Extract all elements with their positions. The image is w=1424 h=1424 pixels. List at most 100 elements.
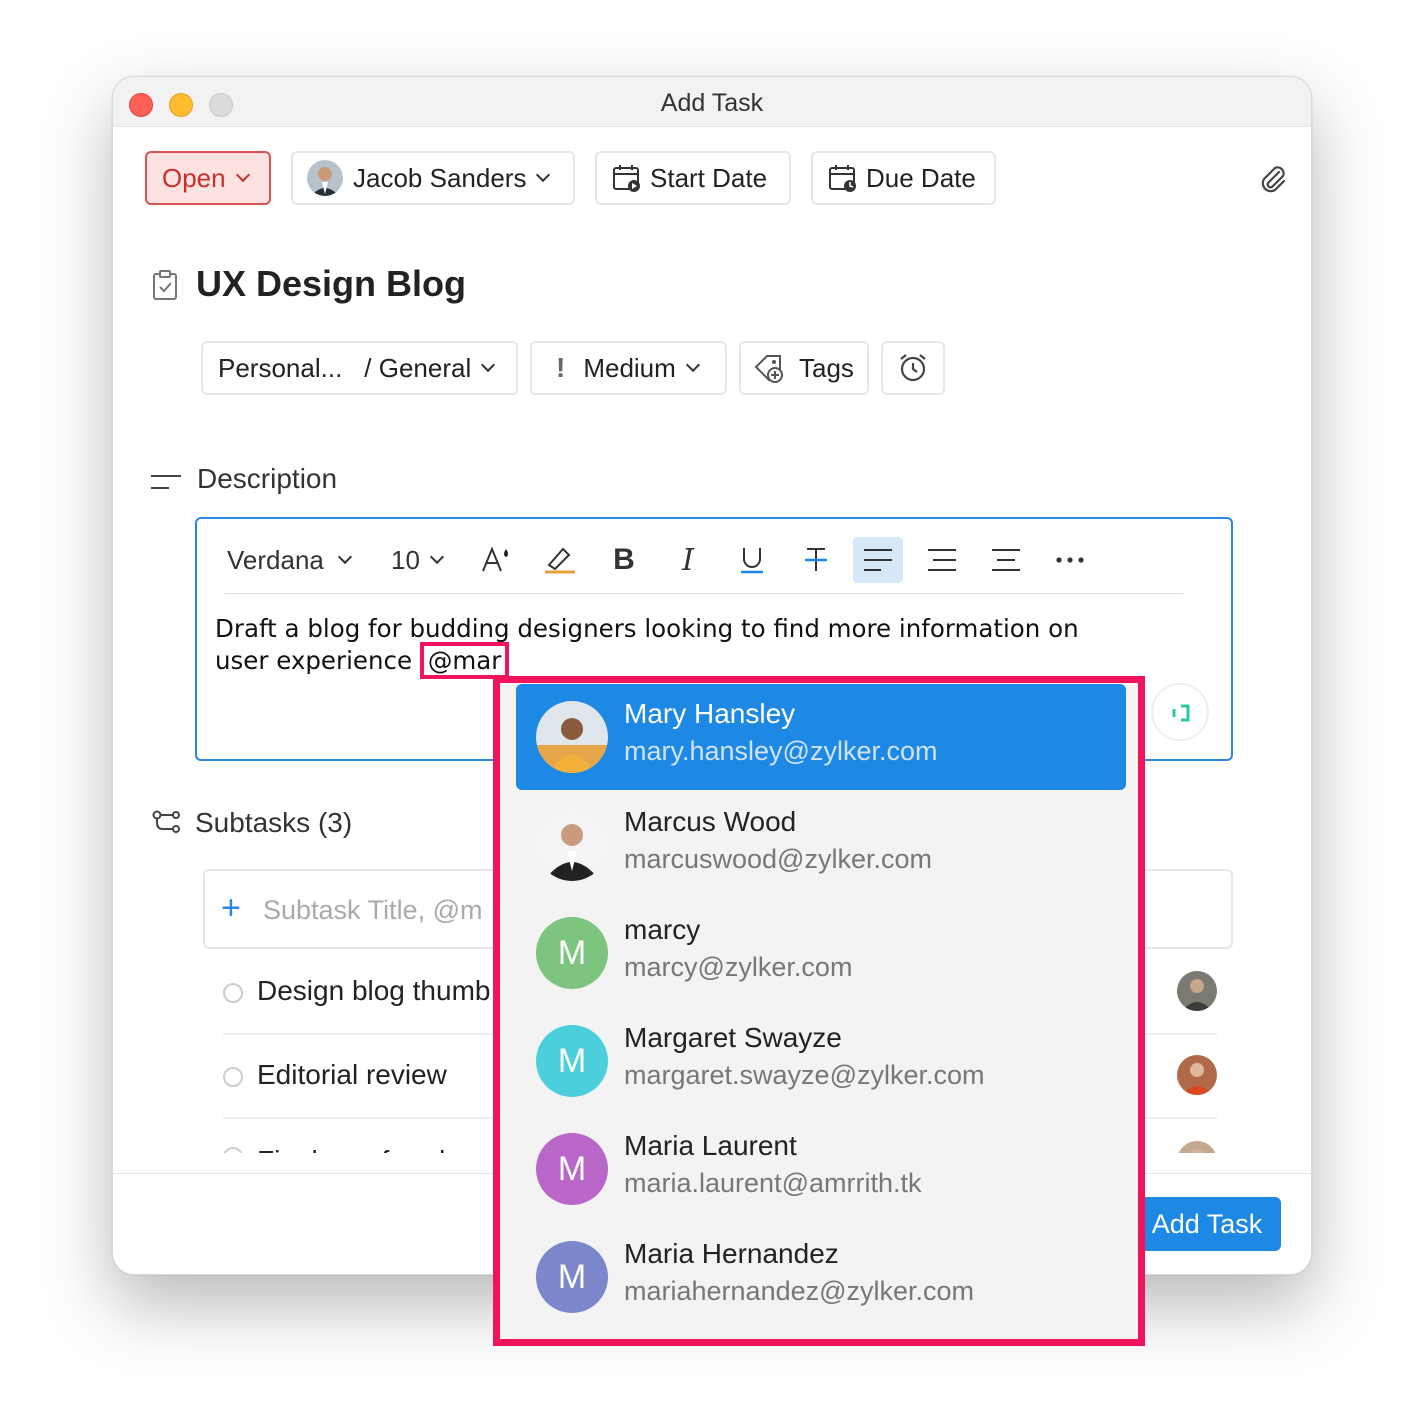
user-name: Mary Hansley — [624, 698, 796, 729]
user-name: Maria Hernandez — [624, 1238, 839, 1269]
project-name: Personal... — [218, 352, 343, 383]
font-family-dropdown[interactable]: Verdana — [227, 537, 367, 583]
user-name: Margaret Swayze — [624, 1022, 842, 1053]
subtask-assignee-avatar — [1177, 1055, 1217, 1095]
chevron-down-icon — [337, 549, 352, 565]
tasklist-name: / General — [364, 352, 472, 383]
tag-add-icon — [754, 355, 783, 383]
user-email: maria.laurent@amrrith.tk — [624, 1168, 922, 1198]
user-email: marcuswood@zylker.com — [624, 844, 932, 874]
user-avatar — [536, 809, 608, 881]
user-avatar — [536, 701, 608, 773]
description-icon — [151, 475, 181, 489]
bold-button[interactable]: B — [603, 537, 645, 583]
plus-icon: + — [221, 889, 241, 927]
underline-button[interactable] — [731, 537, 773, 583]
chevron-down-icon — [235, 167, 250, 183]
start-date-button[interactable]: Start Date — [595, 151, 791, 205]
highlighter-icon — [545, 547, 575, 574]
italic-button[interactable]: I — [667, 537, 709, 583]
subtask-complete-checkbox[interactable] — [223, 1147, 243, 1153]
add-task-button[interactable]: Add Task — [1133, 1197, 1281, 1251]
description-label: Description — [197, 463, 338, 494]
mention-option[interactable]: M marcy marcy@zylker.com — [516, 900, 1126, 1006]
subtasks-icon — [152, 810, 180, 833]
align-center-button[interactable] — [985, 537, 1027, 583]
user-name: marcy — [624, 914, 701, 945]
mention-suggestions-dropdown: Mary Hansley mary.hansley@zylker.com Mar… — [493, 676, 1145, 1346]
toolbar-divider — [225, 593, 1183, 594]
calendar-due-icon — [829, 165, 856, 192]
description-line-2: user experience — [215, 646, 413, 675]
user-name: Marcus Wood — [624, 806, 797, 837]
paperclip-icon[interactable] — [1257, 163, 1289, 195]
priority-label: Medium — [583, 352, 676, 383]
user-initial-avatar: M — [536, 1025, 608, 1097]
user-initial-avatar: M — [536, 917, 608, 989]
project-tasklist-dropdown[interactable]: Personal... / General — [201, 341, 518, 395]
mention-option[interactable]: M Margaret Swayze margaret.swayze@zylker… — [516, 1008, 1126, 1114]
chevron-down-icon — [536, 167, 551, 183]
subtask-assignee-avatar — [1177, 971, 1217, 1011]
owner-name: Jacob Sanders — [353, 162, 527, 193]
alarm-clock-icon — [900, 354, 926, 382]
description-line-1: Draft a blog for budding designers looki… — [215, 614, 1079, 643]
subtask-placeholder: Subtask Title, @m — [263, 895, 483, 925]
task-clipboard-icon — [153, 270, 177, 300]
font-family-value: Verdana — [227, 544, 324, 575]
mention-option[interactable]: Marcus Wood marcuswood@zylker.com — [516, 792, 1126, 898]
ai-bracket-icon — [1172, 704, 1190, 722]
text-color-button[interactable] — [475, 537, 517, 583]
reminder-button[interactable] — [881, 341, 945, 395]
text-color-icon — [482, 546, 508, 572]
subtask-complete-checkbox[interactable] — [223, 1067, 243, 1087]
underline-icon — [741, 548, 763, 574]
window-title: Add Task — [660, 89, 764, 117]
subtask-complete-checkbox[interactable] — [223, 983, 243, 1003]
more-dots-icon — [1056, 557, 1084, 563]
user-email: margaret.swayze@zylker.com — [624, 1060, 985, 1090]
user-email: marcy@zylker.com — [624, 952, 853, 982]
user-initial-avatar: M — [536, 1133, 608, 1205]
priority-dropdown[interactable]: ! Medium — [530, 341, 727, 395]
ai-assistant-button[interactable] — [1151, 683, 1209, 741]
due-date-button[interactable]: Due Date — [811, 151, 996, 205]
start-date-label: Start Date — [650, 162, 768, 193]
subtask-assignee-avatar — [1177, 1141, 1217, 1153]
subtask-title: Editorial review — [257, 1059, 447, 1090]
description-text[interactable]: Draft a blog for budding designers looki… — [215, 613, 1215, 679]
subtasks-label: Subtasks (3) — [195, 807, 353, 838]
subtask-title: Final proofread — [257, 1145, 445, 1153]
user-email: mariahernandez@zylker.com — [624, 1276, 975, 1306]
more-options-button[interactable] — [1049, 537, 1091, 583]
due-date-label: Due Date — [866, 162, 976, 193]
task-title[interactable]: UX Design Blog — [196, 263, 466, 305]
status-label: Open — [162, 162, 226, 193]
user-name: Maria Laurent — [624, 1130, 797, 1161]
chevron-down-icon — [685, 357, 700, 373]
mention-option[interactable]: Mary Hansley mary.hansley@zylker.com — [516, 684, 1126, 790]
priority-icon: ! — [556, 352, 566, 383]
tags-label: Tags — [799, 352, 854, 383]
mention-option[interactable]: M Maria Laurent maria.laurent@amrrith.tk — [516, 1116, 1126, 1222]
mention-query: @mar — [419, 642, 510, 679]
strikethrough-icon — [805, 548, 827, 571]
align-right-icon — [928, 549, 956, 571]
owner-avatar — [307, 160, 343, 196]
chevron-down-icon — [429, 549, 444, 565]
align-center-icon — [992, 549, 1020, 571]
highlight-button[interactable] — [539, 537, 581, 583]
strikethrough-button[interactable] — [795, 537, 837, 583]
user-initial-avatar: M — [536, 1241, 608, 1313]
font-size-value: 10 — [391, 544, 420, 575]
chevron-down-icon — [481, 357, 496, 373]
status-dropdown[interactable]: Open — [145, 151, 271, 205]
font-size-dropdown[interactable]: 10 — [391, 537, 451, 583]
mention-option[interactable]: M Maria Hernandez mariahernandez@zylker.… — [516, 1224, 1126, 1330]
align-left-button[interactable] — [853, 537, 903, 583]
tags-button[interactable]: Tags — [739, 341, 869, 395]
user-email: mary.hansley@zylker.com — [624, 736, 938, 766]
owner-dropdown[interactable]: Jacob Sanders — [291, 151, 575, 205]
calendar-start-icon — [613, 165, 640, 192]
align-right-button[interactable] — [921, 537, 963, 583]
